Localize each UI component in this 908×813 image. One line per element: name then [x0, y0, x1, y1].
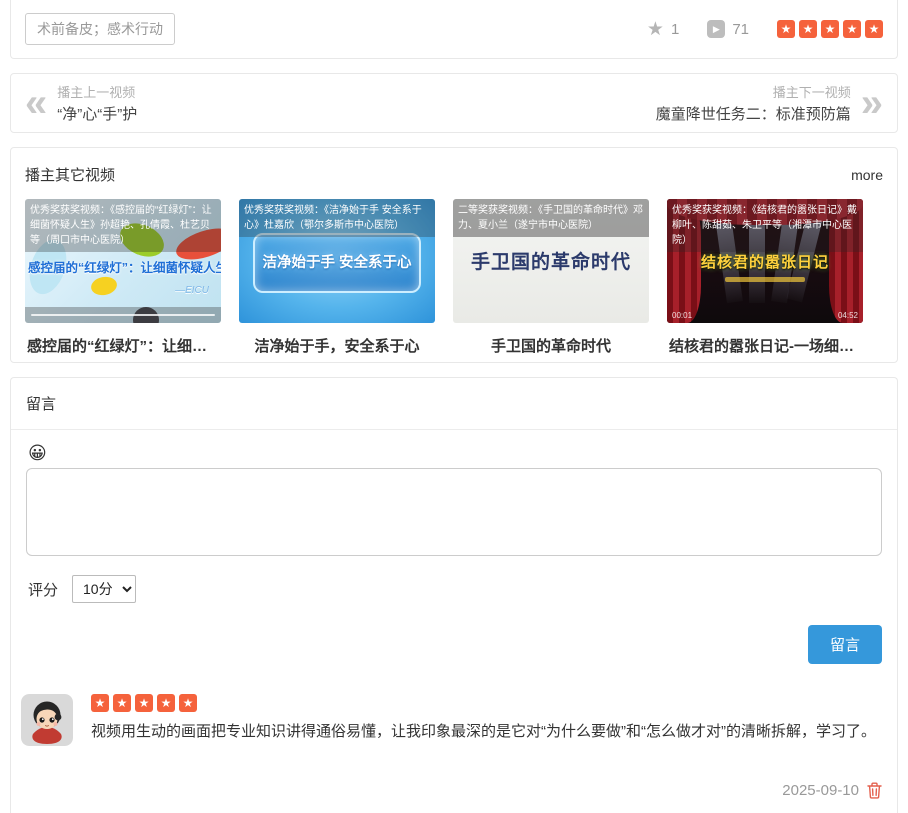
rating-star-icon — [179, 694, 197, 712]
comment-form: 😀 评分 10分 留言 — [11, 430, 897, 664]
video-card[interactable]: 优秀奖获奖视频：《洁净始于手 安全系于心》杜嘉欣（鄂尔多斯市中心医院） 洁净始于… — [239, 199, 435, 356]
prev-video-link[interactable]: « 播主上一视频 “净”心“手”护 — [25, 82, 137, 124]
video-caption[interactable]: 结核君的嚣张日记-一场细菌… — [667, 335, 863, 356]
video-rating-stars[interactable] — [777, 20, 883, 38]
thumbnail-subtitle: —EICU — [175, 285, 209, 296]
commenter-avatar — [21, 694, 73, 746]
other-videos-section: 播主其它视频 more 优秀奖获奖视频：《感控届的“红绿灯”：让细菌怀疑人生》孙… — [10, 147, 898, 363]
rating-star-icon — [113, 694, 131, 712]
comment-date: 2025-09-10 — [782, 782, 859, 799]
video-thumbnail[interactable]: 优秀奖获奖视频：《结核君的嚣张日记》戴柳叶、陈甜茹、朱卫平等（湘潭市中心医院） … — [667, 199, 863, 323]
rating-star-icon[interactable] — [777, 20, 795, 38]
favorite-count-stat: ★ 1 — [647, 20, 679, 39]
rating-star-icon[interactable] — [843, 20, 861, 38]
rating-star-icon[interactable] — [865, 20, 883, 38]
play-count: 71 — [732, 20, 749, 38]
more-link[interactable]: more — [851, 167, 883, 183]
rating-star-icon[interactable] — [799, 20, 817, 38]
chevron-right-icon: » — [860, 81, 883, 125]
favorite-star-icon: ★ — [646, 18, 664, 40]
rating-star-icon — [135, 694, 153, 712]
favorite-count: 1 — [670, 20, 680, 38]
video-nav-bar: « 播主上一视频 “净”心“手”护 播主下一视频 魔童降世任务二：标准预防篇 » — [10, 73, 898, 133]
thumbnail-title: 手卫国的革命时代 — [470, 252, 631, 273]
video-thumbnail[interactable]: 二等奖获奖视频：《手卫国的革命时代》邓力、夏小兰（遂宁市中心医院） 手卫国的革命… — [453, 199, 649, 323]
rating-label: 评分 — [28, 581, 59, 599]
rating-star-icon — [91, 694, 109, 712]
emoji-picker-icon[interactable]: 😀 — [28, 444, 47, 462]
video-stats: ★ 1 ▶ 71 — [647, 20, 883, 39]
thumbnail-title: 洁净始于手 安全系于心 — [262, 255, 412, 271]
video-info-bar: 术前备皮；感术行动 ★ 1 ▶ 71 — [10, 0, 898, 59]
thumbnail-award-text: 优秀奖获奖视频：《结核君的嚣张日记》戴柳叶、陈甜茹、朱卫平等（湘潭市中心医院） — [667, 199, 863, 252]
comment-rating-stars — [91, 694, 882, 712]
paint-splash-decoration — [89, 274, 119, 298]
thumbnail-award-text: 优秀奖获奖视频：《感控届的“红绿灯”：让细菌怀疑人生》孙超艳、孔倩霞、杜艺贝等（… — [25, 199, 221, 252]
video-caption[interactable]: 感控届的“红绿灯”：让细菌… — [25, 335, 221, 356]
video-thumbnail[interactable]: 优秀奖获奖视频：《感控届的“红绿灯”：让细菌怀疑人生》孙超艳、孔倩霞、杜艺贝等（… — [25, 199, 221, 323]
thumbnail-title: 结核君的嚣张日记 — [700, 254, 829, 271]
rating-star-icon — [157, 694, 175, 712]
thumbnail-award-text: 优秀奖获奖视频：《洁净始于手 安全系于心》杜嘉欣（鄂尔多斯市中心医院） — [239, 199, 435, 237]
video-time-total: 04:52 — [837, 311, 858, 320]
delete-comment-trash-icon[interactable] — [867, 782, 882, 799]
thumbnail-title: 感控届的“红绿灯”：让细菌怀疑人生 — [28, 261, 221, 275]
next-video-label: 播主下一视频 — [772, 85, 851, 100]
other-videos-title: 播主其它视频 — [25, 167, 116, 184]
video-card[interactable]: 二等奖获奖视频：《手卫国的革命时代》邓力、夏小兰（遂宁市中心医院） 手卫国的革命… — [453, 199, 649, 356]
prev-video-title: “净”心“手”护 — [57, 106, 138, 123]
video-tag-button[interactable]: 术前备皮；感术行动 — [25, 13, 175, 45]
play-count-icon: ▶ — [707, 20, 726, 38]
play-count-stat: ▶ 71 — [707, 20, 749, 38]
comments-title: 留言 — [11, 378, 897, 430]
video-time-current: 00:01 — [672, 311, 693, 320]
submit-comment-button[interactable]: 留言 — [807, 625, 882, 664]
video-caption[interactable]: 洁净始于手，安全系于心 — [239, 335, 435, 356]
rating-select[interactable]: 10分 — [72, 575, 137, 603]
subtitle-decoration — [725, 277, 805, 282]
thumbnail-award-text: 二等奖获奖视频：《手卫国的革命时代》邓力、夏小兰（遂宁市中心医院） — [453, 199, 649, 237]
video-caption[interactable]: 手卫国的革命时代 — [453, 335, 649, 356]
comment-input[interactable] — [26, 468, 882, 556]
next-video-title: 魔童降世任务二：标准预防篇 — [655, 106, 851, 123]
video-card[interactable]: 优秀奖获奖视频：《感控届的“红绿灯”：让细菌怀疑人生》孙超艳、孔倩霞、杜艺贝等（… — [25, 199, 221, 356]
chevron-left-icon: « — [25, 81, 48, 125]
next-video-link[interactable]: 播主下一视频 魔童降世任务二：标准预防篇 » — [656, 82, 883, 124]
comment-text: 视频用生动的画面把专业知识讲得通俗易懂，让我印象最深的是它对“为什么要做”和“怎… — [91, 723, 876, 740]
video-list: 优秀奖获奖视频：《感控届的“红绿灯”：让细菌怀疑人生》孙超艳、孔倩霞、杜艺贝等（… — [11, 197, 897, 362]
rating-star-icon[interactable] — [821, 20, 839, 38]
video-card[interactable]: 优秀奖获奖视频：《结核君的嚣张日记》戴柳叶、陈甜茹、朱卫平等（湘潭市中心医院） … — [667, 199, 863, 356]
prev-video-label: 播主上一视频 — [57, 85, 136, 100]
comments-section: 留言 😀 评分 10分 留言 ★ ★ ★ ★ ★ 视频用生动的画面把专业知识讲得… — [10, 377, 898, 813]
comment-list-item: 视频用生动的画面把专业知识讲得通俗易懂，让我印象最深的是它对“为什么要做”和“怎… — [11, 672, 897, 756]
player-progress-bar — [25, 307, 221, 323]
video-thumbnail[interactable]: 优秀奖获奖视频：《洁净始于手 安全系于心》杜嘉欣（鄂尔多斯市中心医院） 洁净始于… — [239, 199, 435, 323]
